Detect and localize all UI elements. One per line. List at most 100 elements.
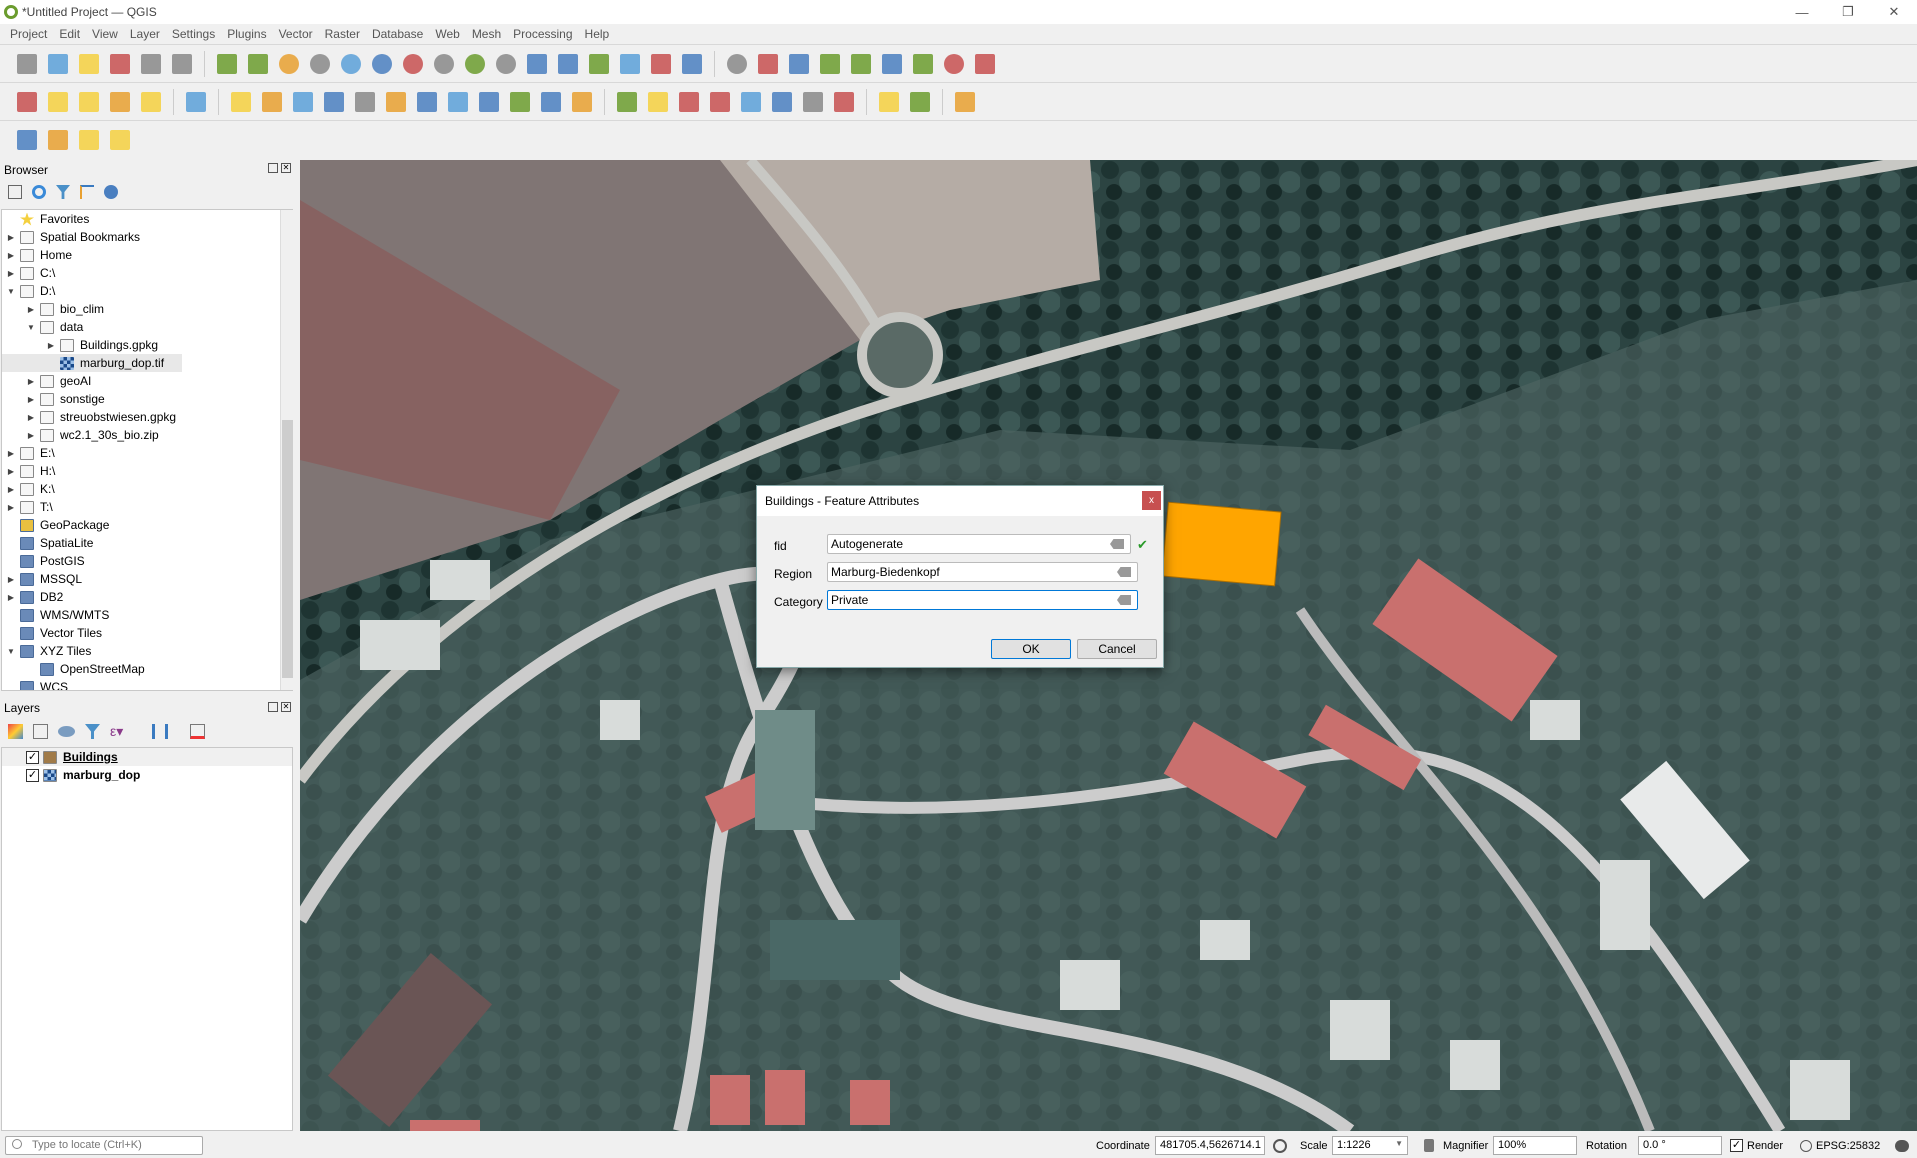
collapse-arrow-icon[interactable]: ▼ [6, 287, 16, 296]
redo-button[interactable] [569, 89, 595, 115]
collapse-all-icon[interactable] [80, 185, 94, 199]
zoom-to-layer-button[interactable] [400, 51, 426, 77]
browser-item[interactable]: ▶ MSSQL [2, 570, 292, 588]
new-map-view-button[interactable] [524, 51, 550, 77]
menu-vector[interactable]: Vector [273, 27, 319, 41]
expand-arrow-icon[interactable]: ▶ [6, 503, 16, 512]
browser-item[interactable]: ▶ K:\ [2, 480, 292, 498]
menu-raster[interactable]: Raster [319, 27, 366, 41]
clear-icon[interactable] [1117, 595, 1131, 605]
undo-button[interactable] [538, 89, 564, 115]
zoom-last-button[interactable] [462, 51, 488, 77]
layout-manager-button[interactable] [138, 51, 164, 77]
pan-to-selection-button[interactable] [245, 51, 271, 77]
browser-item[interactable]: ▶ C:\ [2, 264, 292, 282]
layer-diagram-button[interactable] [645, 89, 671, 115]
highlight-labels-button[interactable] [707, 89, 733, 115]
digitize-tool-button[interactable] [352, 89, 378, 115]
open-project-button[interactable] [45, 51, 71, 77]
menu-plugins[interactable]: Plugins [221, 27, 272, 41]
processing-toolbox-button[interactable] [817, 51, 843, 77]
python-console-button[interactable] [907, 89, 933, 115]
close-panel-icon[interactable]: ✕ [281, 702, 291, 712]
pin-labels-button[interactable] [676, 89, 702, 115]
selected-building-feature[interactable] [1161, 501, 1282, 587]
visibility-eye-icon[interactable] [58, 726, 75, 737]
expand-arrow-icon[interactable]: ▶ [26, 413, 36, 422]
layer-visibility-checkbox[interactable]: ✓ [26, 750, 39, 764]
zoom-full-button[interactable] [338, 51, 364, 77]
attribute-table-button[interactable] [755, 51, 781, 77]
new-print-layout-button[interactable] [107, 51, 133, 77]
temporal-controller-button[interactable] [648, 51, 674, 77]
lock-icon[interactable] [1424, 1139, 1434, 1152]
menu-web[interactable]: Web [429, 27, 465, 41]
render-checkbox[interactable]: ✓ [1730, 1139, 1743, 1152]
fid-input[interactable]: Autogenerate [827, 534, 1131, 554]
cancel-button[interactable]: Cancel [1077, 639, 1157, 659]
browser-item[interactable]: ▶ DB2 [2, 588, 292, 606]
browser-item[interactable]: ▼ data [2, 318, 292, 336]
new-project-button[interactable] [14, 51, 40, 77]
layer-visibility-checkbox[interactable]: ✓ [26, 768, 39, 782]
select-by-location-button[interactable] [107, 127, 133, 153]
browser-item[interactable]: Favorites [2, 210, 292, 228]
browser-item[interactable]: ▼ D:\ [2, 282, 292, 300]
dialog-close-button[interactable]: x [1142, 491, 1161, 510]
filter-icon[interactable] [85, 724, 100, 739]
collapse-arrow-icon[interactable]: ▼ [26, 323, 36, 332]
identify-button[interactable] [724, 51, 750, 77]
zoom-tool-button[interactable] [941, 51, 967, 77]
show-hide-labels-button[interactable] [738, 89, 764, 115]
new-shapefile-layer-button[interactable] [76, 89, 102, 115]
change-label-button[interactable] [831, 89, 857, 115]
style-brush-icon[interactable] [8, 724, 23, 739]
new-spatialite-layer-button[interactable] [107, 89, 133, 115]
scale-combobox[interactable]: 1:1226 ▼ [1332, 1136, 1408, 1155]
layer-item[interactable]: ✓ marburg_dop [2, 766, 292, 784]
menu-layer[interactable]: Layer [124, 27, 166, 41]
copy-features-button[interactable] [476, 89, 502, 115]
show-bookmarks-button[interactable] [617, 51, 643, 77]
browser-item[interactable]: ▶ sonstige [2, 390, 292, 408]
browser-item[interactable]: WMS/WMTS [2, 606, 292, 624]
menu-settings[interactable]: Settings [166, 27, 221, 41]
locate-input[interactable]: Type to locate (Ctrl+K) [5, 1136, 203, 1155]
clear-icon[interactable] [1117, 567, 1131, 577]
browser-item[interactable]: ▶ geoAI [2, 372, 292, 390]
rotation-spinbox[interactable]: 0.0 ° [1638, 1136, 1722, 1155]
remove-layer-icon[interactable] [190, 724, 205, 739]
close-panel-icon[interactable]: ✕ [281, 163, 291, 173]
browser-item[interactable]: Vector Tiles [2, 624, 292, 642]
browser-scrollbar[interactable] [280, 210, 293, 690]
expand-arrow-icon[interactable]: ▶ [6, 467, 16, 476]
expand-arrow-icon[interactable]: ▶ [26, 395, 36, 404]
refresh-button[interactable] [679, 51, 705, 77]
new-3d-view-button[interactable] [555, 51, 581, 77]
category-input[interactable]: Private [827, 590, 1138, 610]
browser-item[interactable]: OpenStreetMap [2, 660, 292, 678]
toggle-editing-button[interactable] [259, 89, 285, 115]
plugin-globe-button[interactable] [876, 89, 902, 115]
expand-all-icon[interactable] [140, 724, 155, 739]
browser-item[interactable]: ▶ Home [2, 246, 292, 264]
minimize-button[interactable]: — [1779, 0, 1825, 24]
menu-database[interactable]: Database [366, 27, 429, 41]
save-project-button[interactable] [76, 51, 102, 77]
refresh-icon[interactable] [32, 185, 46, 199]
browser-item[interactable]: marburg_dop.tif [2, 354, 182, 372]
crs-button[interactable]: EPSG:25832 [1816, 1140, 1880, 1152]
zoom-next-button[interactable] [493, 51, 519, 77]
expand-arrow-icon[interactable]: ▶ [6, 269, 16, 278]
filter-icon[interactable] [56, 185, 70, 199]
browser-item[interactable]: ▶ E:\ [2, 444, 292, 462]
measure-button[interactable] [879, 51, 905, 77]
data-source-manager-button[interactable] [14, 89, 40, 115]
menu-edit[interactable]: Edit [53, 27, 86, 41]
browser-item[interactable]: GeoPackage [2, 516, 292, 534]
expand-arrow-icon[interactable]: ▶ [6, 251, 16, 260]
expand-arrow-icon[interactable]: ▶ [6, 593, 16, 602]
new-geopackage-layer-button[interactable] [45, 89, 71, 115]
clear-icon[interactable] [1110, 539, 1124, 549]
browser-item[interactable]: ▶ bio_clim [2, 300, 292, 318]
